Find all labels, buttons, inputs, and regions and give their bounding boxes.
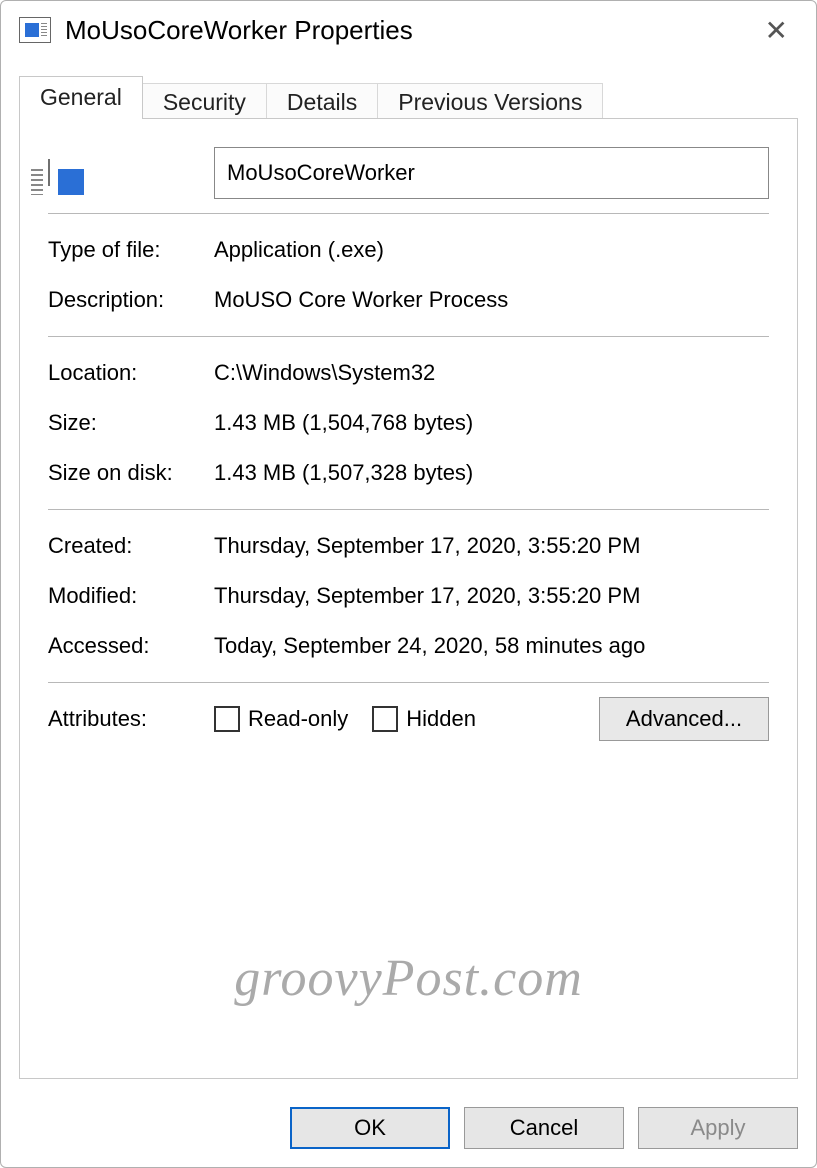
filename-input[interactable] xyxy=(214,147,769,199)
close-icon[interactable]: ✕ xyxy=(755,10,798,51)
readonly-label: Read-only xyxy=(248,706,348,732)
type-of-file-label: Type of file: xyxy=(48,237,214,263)
location-label: Location: xyxy=(48,360,214,386)
modified-label: Modified: xyxy=(48,583,214,609)
size-value: 1.43 MB (1,504,768 bytes) xyxy=(214,410,769,436)
description-value: MoUSO Core Worker Process xyxy=(214,287,769,313)
tab-details[interactable]: Details xyxy=(266,83,378,122)
readonly-checkbox[interactable]: Read-only xyxy=(214,706,348,732)
modified-value: Thursday, September 17, 2020, 3:55:20 PM xyxy=(214,583,769,609)
window-title: MoUsoCoreWorker Properties xyxy=(65,15,755,46)
size-on-disk-label: Size on disk: xyxy=(48,460,214,486)
separator xyxy=(48,509,769,510)
accessed-label: Accessed: xyxy=(48,633,214,659)
attributes-label: Attributes: xyxy=(48,706,214,732)
tab-general[interactable]: General xyxy=(19,76,143,119)
app-icon xyxy=(19,17,51,43)
created-label: Created: xyxy=(48,533,214,559)
tab-strip: General Security Details Previous Versio… xyxy=(19,75,798,118)
advanced-button[interactable]: Advanced... xyxy=(599,697,769,741)
description-label: Description: xyxy=(48,287,214,313)
apply-button: Apply xyxy=(638,1107,798,1149)
tab-security[interactable]: Security xyxy=(142,83,267,122)
general-panel: Type of file: Application (.exe) Descrip… xyxy=(19,118,798,1079)
dialog-body: General Security Details Previous Versio… xyxy=(1,59,816,1089)
title-bar: MoUsoCoreWorker Properties ✕ xyxy=(1,1,816,59)
tab-previous-versions[interactable]: Previous Versions xyxy=(377,83,603,122)
hidden-label: Hidden xyxy=(406,706,476,732)
created-value: Thursday, September 17, 2020, 3:55:20 PM xyxy=(214,533,769,559)
file-type-icon xyxy=(48,159,50,186)
type-of-file-value: Application (.exe) xyxy=(214,237,769,263)
checkbox-icon xyxy=(372,706,398,732)
hidden-checkbox[interactable]: Hidden xyxy=(372,706,476,732)
cancel-button[interactable]: Cancel xyxy=(464,1107,624,1149)
accessed-value: Today, September 24, 2020, 58 minutes ag… xyxy=(214,633,769,659)
dialog-footer: OK Cancel Apply xyxy=(1,1089,816,1167)
size-label: Size: xyxy=(48,410,214,436)
watermark-text: groovyPost.com xyxy=(20,949,797,1008)
location-value: C:\Windows\System32 xyxy=(214,360,769,386)
separator xyxy=(48,336,769,337)
checkbox-icon xyxy=(214,706,240,732)
size-on-disk-value: 1.43 MB (1,507,328 bytes) xyxy=(214,460,769,486)
ok-button[interactable]: OK xyxy=(290,1107,450,1149)
separator xyxy=(48,213,769,214)
separator xyxy=(48,682,769,683)
properties-dialog: MoUsoCoreWorker Properties ✕ General Sec… xyxy=(0,0,817,1168)
